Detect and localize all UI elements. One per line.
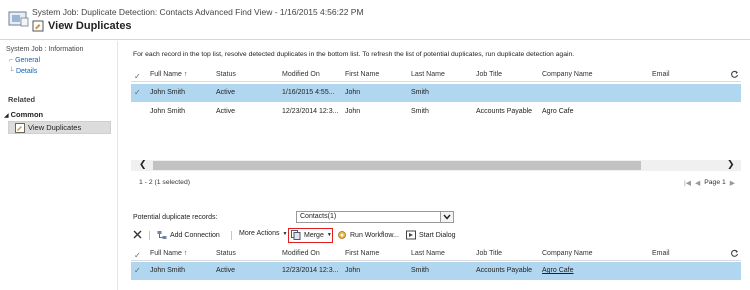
- pager: |◀ ◀ Page 1 ▶: [684, 179, 735, 187]
- first-page-icon[interactable]: |◀: [684, 179, 691, 187]
- view-duplicates-icon: [32, 20, 44, 32]
- more-actions-button[interactable]: More Actions ▼: [239, 230, 287, 237]
- instructions-text: For each record in the top list, resolve…: [133, 51, 575, 58]
- scrollbar-thumb[interactable]: [153, 161, 641, 170]
- main-content: For each record in the top list, resolve…: [119, 41, 750, 290]
- bottom-grid-header: ✓ Full Name ↑ Status Modified On First N…: [131, 247, 741, 261]
- row-checkmark-icon[interactable]: ✓: [134, 88, 141, 97]
- cell-last-name: Smith: [411, 89, 429, 96]
- cell-first-name: John: [345, 267, 361, 274]
- table-row[interactable]: ✓ John Smith Active 1/16/2015 4:55... Jo…: [131, 84, 741, 102]
- record-count-status: 1 - 2 (1 selected): [139, 179, 190, 186]
- page-title: View Duplicates: [48, 20, 132, 32]
- column-email[interactable]: Email: [652, 71, 670, 78]
- previous-page-icon[interactable]: ◀: [695, 179, 700, 187]
- column-modified-on[interactable]: Modified On: [282, 250, 320, 257]
- horizontal-scrollbar[interactable]: ❮ ❯: [131, 159, 741, 171]
- entity-select[interactable]: Contacts(1): [296, 211, 454, 223]
- caret-down-icon: ▼: [282, 230, 288, 237]
- bottom-toolbar: Add Connection More Actions ▼ Merge ▼ Run …: [131, 228, 741, 243]
- column-job-title[interactable]: Job Title: [476, 71, 502, 78]
- dialog-icon: [406, 230, 416, 240]
- cell-status: Active: [216, 89, 236, 96]
- close-icon: [133, 230, 142, 239]
- column-modified-on[interactable]: Modified On: [282, 71, 320, 78]
- cell-job-title: Accounts Payable: [476, 267, 533, 274]
- page-header: System Job: Duplicate Detection: Contact…: [0, 0, 750, 40]
- chevron-down-icon[interactable]: [440, 212, 453, 222]
- cell-company-name: Agro Cafe: [542, 108, 574, 115]
- view-duplicates-icon: [15, 122, 25, 133]
- cell-modified-on: 12/23/2014 12:3...: [282, 267, 339, 274]
- sidebar-common-group[interactable]: ◢ Common: [4, 110, 43, 119]
- column-full-name[interactable]: Full Name ↑: [150, 71, 187, 78]
- column-company-name[interactable]: Company Name: [542, 250, 593, 257]
- add-connection-button[interactable]: Add Connection: [157, 230, 220, 240]
- sidebar-link-general[interactable]: ⌐ General: [9, 57, 40, 64]
- sidebar-section-label: System Job : Information: [6, 46, 84, 53]
- cell-full-name: John Smith: [150, 89, 186, 96]
- column-status[interactable]: Status: [216, 250, 236, 257]
- cell-full-name: John Smith: [150, 267, 186, 274]
- run-workflow-button[interactable]: Run Workflow...: [337, 230, 399, 240]
- column-full-name[interactable]: Full Name ↑: [150, 250, 187, 257]
- system-job-icon: [8, 9, 30, 29]
- column-last-name[interactable]: Last Name: [411, 71, 445, 78]
- page-number: Page 1: [704, 179, 726, 186]
- sidebar-link-details[interactable]: └ Details: [9, 68, 37, 75]
- sidebar: System Job : Information ⌐ General └ Detai…: [0, 41, 118, 290]
- row-checkmark-icon[interactable]: ✓: [134, 266, 141, 275]
- select-all-checkbox[interactable]: ✓: [134, 72, 141, 81]
- start-dialog-button[interactable]: Start Dialog: [406, 230, 456, 240]
- column-job-title[interactable]: Job Title: [476, 250, 502, 257]
- entity-select-value: Contacts(1): [300, 213, 337, 220]
- column-first-name[interactable]: First Name: [345, 250, 379, 257]
- cell-modified-on: 12/23/2014 12:3...: [282, 108, 339, 115]
- company-link[interactable]: Agro Cafe: [542, 267, 574, 274]
- cell-first-name: John: [345, 89, 361, 96]
- refresh-icon[interactable]: [730, 249, 739, 258]
- table-row[interactable]: John Smith Active 12/23/2014 12:3... Joh…: [131, 103, 741, 121]
- refresh-icon[interactable]: [730, 70, 739, 79]
- sidebar-related-heading: Related: [8, 95, 36, 104]
- merge-icon: [291, 230, 301, 240]
- column-last-name[interactable]: Last Name: [411, 250, 445, 257]
- scroll-right-arrow-icon[interactable]: ❯: [727, 159, 735, 170]
- collapse-triangle-icon: ◢: [4, 113, 9, 119]
- table-row[interactable]: ✓ John Smith Active 12/23/2014 12:3... J…: [131, 262, 741, 280]
- merge-button[interactable]: Merge ▼: [291, 230, 332, 240]
- potential-duplicates-label: Potential duplicate records:: [133, 214, 218, 221]
- caret-down-icon: ▼: [326, 232, 332, 238]
- column-status[interactable]: Status: [216, 71, 236, 78]
- column-first-name[interactable]: First Name: [345, 71, 379, 78]
- connection-icon: [157, 230, 167, 240]
- delete-button[interactable]: [133, 230, 142, 239]
- cell-job-title: Accounts Payable: [476, 108, 533, 115]
- cell-full-name: John Smith: [150, 108, 186, 115]
- column-company-name[interactable]: Company Name: [542, 71, 593, 78]
- next-page-icon[interactable]: ▶: [730, 179, 735, 187]
- page-subtitle: System Job: Duplicate Detection: Contact…: [32, 7, 364, 17]
- cell-last-name: Smith: [411, 108, 429, 115]
- sidebar-item-view-duplicates[interactable]: View Duplicates: [8, 121, 111, 134]
- top-grid-header: ✓ Full Name ↑ Status Modified On First N…: [131, 68, 741, 82]
- column-email[interactable]: Email: [652, 250, 670, 257]
- scroll-left-arrow-icon[interactable]: ❮: [139, 159, 147, 170]
- workflow-icon: [337, 230, 347, 240]
- select-all-checkbox[interactable]: ✓: [134, 251, 141, 260]
- cell-status: Active: [216, 267, 236, 274]
- cell-status: Active: [216, 108, 236, 115]
- cell-modified-on: 1/16/2015 4:55...: [282, 89, 335, 96]
- cell-last-name: Smith: [411, 267, 429, 274]
- cell-first-name: John: [345, 108, 361, 115]
